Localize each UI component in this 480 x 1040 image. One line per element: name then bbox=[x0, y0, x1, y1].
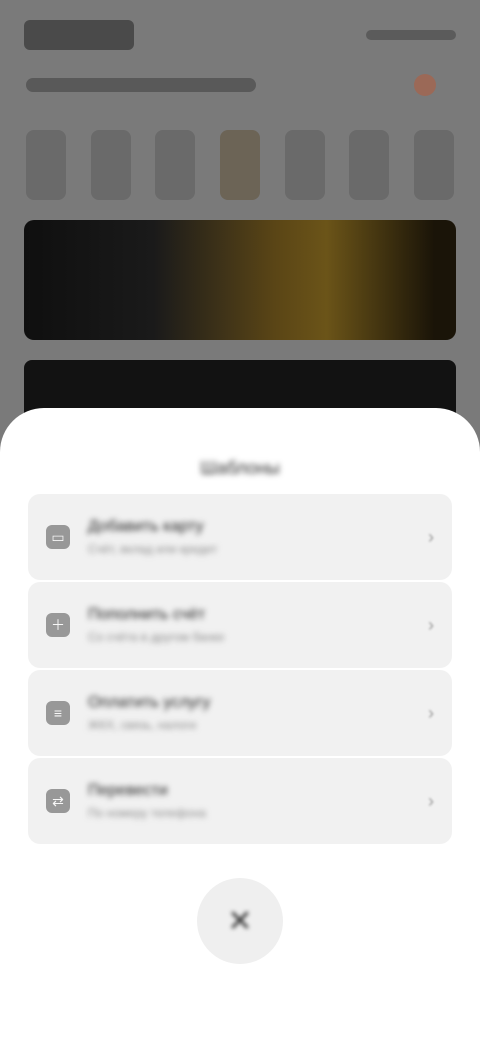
item-desc: По номеру телефона bbox=[88, 806, 206, 820]
list-item[interactable]: ▭ Добавить карту Счёт, вклад или кредит … bbox=[28, 494, 452, 580]
sheet-title: Шаблоны bbox=[200, 458, 280, 478]
item-label: Добавить карту bbox=[88, 518, 204, 535]
receipt-icon: ≡ bbox=[46, 701, 70, 725]
item-label: Оплатить услугу bbox=[88, 694, 211, 711]
chevron-right-icon: › bbox=[428, 614, 434, 635]
day-item bbox=[90, 130, 131, 200]
chevron-right-icon: › bbox=[428, 790, 434, 811]
top-bar bbox=[24, 18, 456, 52]
transfer-icon: ⇄ bbox=[46, 789, 70, 813]
promo-banner bbox=[24, 220, 456, 340]
chevron-right-icon: › bbox=[428, 526, 434, 547]
topup-icon: ＋ bbox=[46, 613, 70, 637]
item-desc: ЖКХ, связь, налоги bbox=[88, 718, 197, 732]
close-icon: ✕ bbox=[227, 904, 253, 938]
item-label: Пополнить счёт bbox=[88, 606, 206, 623]
day-item-active bbox=[219, 130, 260, 200]
greeting-text bbox=[26, 78, 256, 92]
item-label: Перевести bbox=[88, 782, 168, 799]
close-button[interactable]: ✕ bbox=[197, 878, 283, 964]
notification-icon bbox=[414, 74, 436, 96]
day-item bbox=[155, 130, 196, 200]
top-right-info bbox=[366, 30, 456, 40]
day-item bbox=[26, 130, 66, 200]
item-desc: Со счёта в другом банке bbox=[88, 630, 225, 644]
bottom-sheet: Шаблоны ▭ Добавить карту Счёт, вклад или… bbox=[0, 408, 480, 1040]
item-desc: Счёт, вклад или кредит bbox=[88, 542, 218, 556]
day-selector bbox=[26, 130, 454, 200]
day-item bbox=[284, 130, 325, 200]
day-item bbox=[413, 130, 454, 200]
list-item[interactable]: ≡ Оплатить услугу ЖКХ, связь, налоги › bbox=[28, 670, 452, 756]
app-logo bbox=[24, 20, 134, 50]
card-icon: ▭ bbox=[46, 525, 70, 549]
list-item[interactable]: ⇄ Перевести По номеру телефона › bbox=[28, 758, 452, 844]
day-item bbox=[349, 130, 390, 200]
action-list: ▭ Добавить карту Счёт, вклад или кредит … bbox=[28, 494, 452, 846]
chevron-right-icon: › bbox=[428, 702, 434, 723]
list-item[interactable]: ＋ Пополнить счёт Со счёта в другом банке… bbox=[28, 582, 452, 668]
